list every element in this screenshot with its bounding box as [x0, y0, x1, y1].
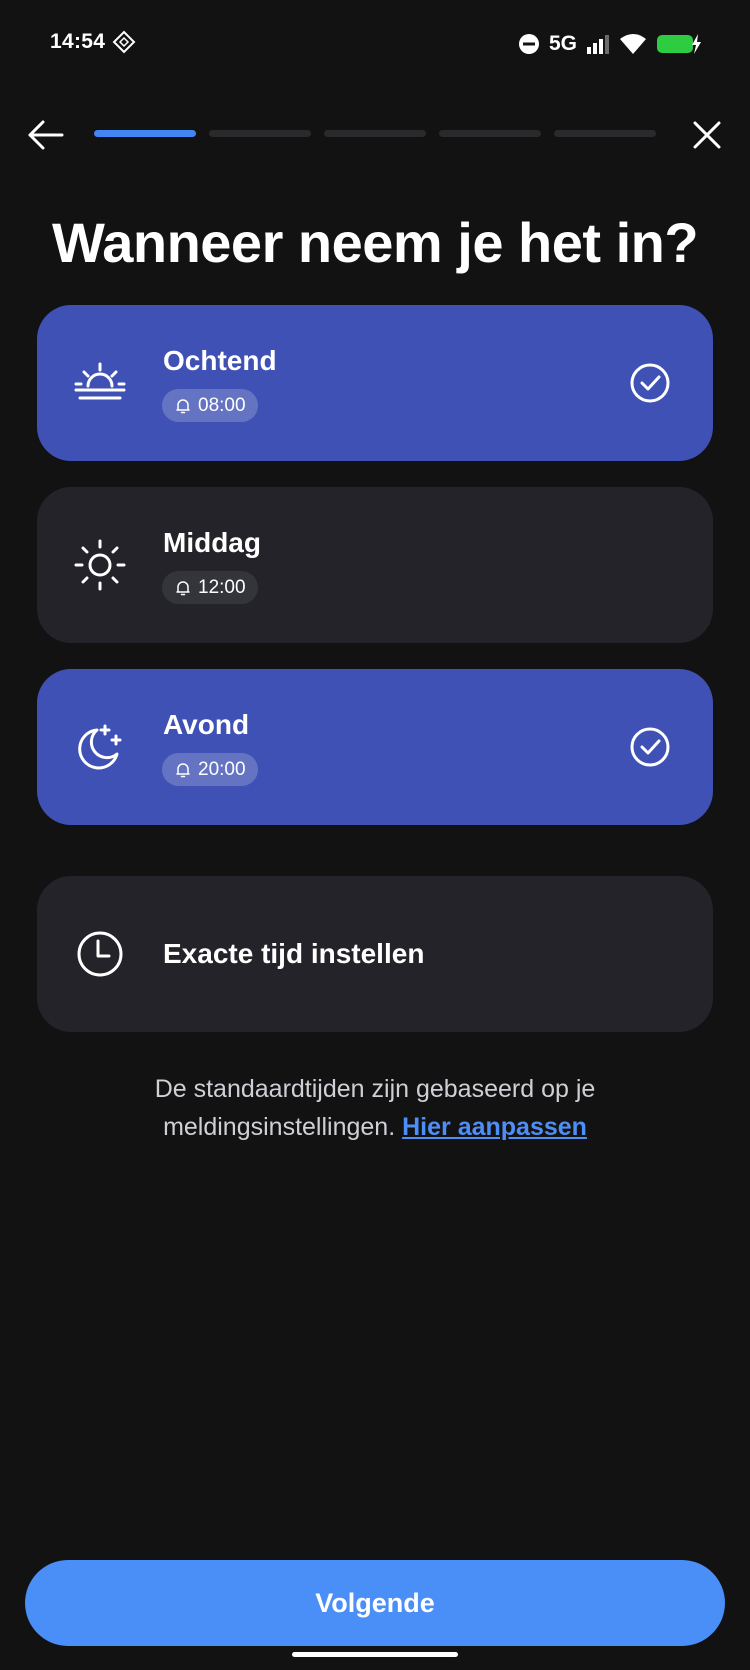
back-button[interactable]	[26, 118, 66, 152]
diamond-notification-icon	[112, 30, 136, 54]
progress-indicator	[94, 130, 656, 137]
progress-segment	[554, 130, 656, 137]
network-label: 5G	[548, 32, 577, 55]
battery-charging-icon	[657, 34, 701, 54]
time-value: 20:00	[198, 758, 246, 780]
time-badge: 08:00	[162, 389, 258, 422]
time-value: 12:00	[198, 576, 246, 598]
home-indicator	[292, 1652, 458, 1657]
clock-icon	[77, 931, 123, 977]
adjust-settings-link[interactable]: Hier aanpassen	[402, 1113, 587, 1141]
signal-icon	[587, 35, 609, 54]
bell-icon	[176, 398, 190, 413]
option-label: Exacte tijd instellen	[163, 938, 425, 969]
checkmark-circle-icon	[630, 363, 670, 403]
sun-icon	[74, 539, 126, 591]
option-label: Avond	[163, 709, 250, 740]
status-time: 14:54	[50, 30, 106, 53]
bell-icon	[176, 580, 190, 595]
time-value: 08:00	[198, 394, 246, 416]
do-not-disturb-icon	[518, 34, 539, 54]
progress-segment	[209, 130, 311, 137]
bell-icon	[176, 762, 190, 777]
sunrise-icon	[74, 362, 126, 400]
progress-segment	[324, 130, 426, 137]
close-button[interactable]	[690, 118, 724, 152]
progress-segment-active	[94, 130, 196, 137]
next-button[interactable]: Volgende	[25, 1560, 725, 1646]
option-label: Middag	[163, 527, 261, 558]
moon-stars-icon	[78, 724, 122, 770]
option-card-afternoon[interactable]: Middag 12:00	[37, 487, 713, 643]
option-label: Ochtend	[163, 345, 277, 376]
time-badge: 12:00	[162, 571, 258, 604]
page-title: Wanneer neem je het in?	[51, 211, 699, 274]
wifi-icon	[620, 34, 646, 54]
option-card-exact-time[interactable]: Exacte tijd instellen	[37, 876, 713, 1032]
time-badge: 20:00	[162, 753, 258, 786]
status-icons: 5G	[518, 30, 702, 58]
progress-segment	[439, 130, 541, 137]
option-card-morning[interactable]: Ochtend 08:00	[37, 305, 713, 461]
option-card-evening[interactable]: Avond 20:00	[37, 669, 713, 825]
settings-note: De standaardtijden zijn gebaseerd op je …	[90, 1070, 660, 1146]
checkmark-circle-icon	[630, 727, 670, 767]
